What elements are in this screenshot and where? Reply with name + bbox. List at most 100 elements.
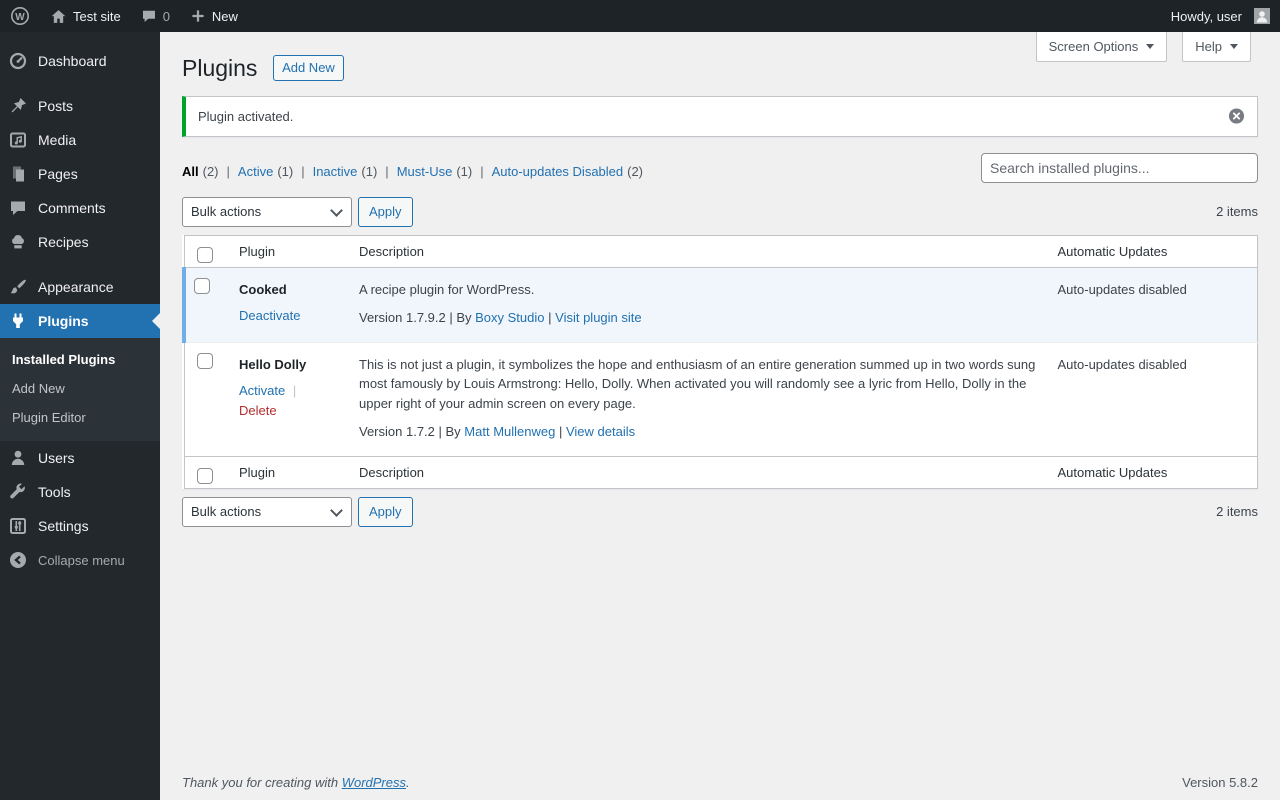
apply-button[interactable]: Apply xyxy=(358,196,413,227)
plugin-description: A recipe plugin for WordPress. xyxy=(359,281,535,297)
meta-separator: | xyxy=(548,310,552,326)
apply-button[interactable]: Apply xyxy=(358,496,413,527)
view-details-link[interactable]: View details xyxy=(566,424,635,439)
column-header-auto-updates: Automatic Updates xyxy=(1047,235,1258,268)
delete-link[interactable]: Delete xyxy=(239,403,277,418)
dismiss-notice-button[interactable] xyxy=(1224,104,1249,129)
help-button[interactable]: Help xyxy=(1182,32,1251,62)
filter-separator: | xyxy=(385,163,389,179)
footer-thanks-text: Thank you for creating with xyxy=(182,775,339,790)
sidebar-item-users[interactable]: Users xyxy=(0,441,160,475)
comments-icon xyxy=(8,198,28,218)
wordpress-link[interactable]: WordPress xyxy=(342,775,406,790)
column-header-description: Description xyxy=(349,455,1048,489)
user-avatar xyxy=(1254,8,1270,24)
version-author-text: Version 1.7.9.2 | By xyxy=(359,310,472,326)
page-title: Plugins xyxy=(182,55,258,81)
filter-count: (2) xyxy=(202,163,219,179)
site-name-label: Test site xyxy=(73,8,121,24)
author-link[interactable]: Boxy Studio xyxy=(475,310,544,325)
menu-separator xyxy=(0,259,160,270)
sidebar-item-plugins[interactable]: Plugins xyxy=(0,304,160,338)
submenu-installed-plugins[interactable]: Installed Plugins xyxy=(0,345,160,374)
row-actions: Deactivate xyxy=(239,306,339,326)
deactivate-link[interactable]: Deactivate xyxy=(239,308,300,323)
plugin-status-filters: All (2) | Active (1) | Inactive (1) | Mu… xyxy=(182,164,643,179)
select-all-checkbox[interactable] xyxy=(196,467,213,484)
visit-plugin-site-link[interactable]: Visit plugin site xyxy=(555,310,641,325)
filter-all[interactable]: All xyxy=(182,164,199,179)
plugin-meta: Version 1.7.9.2 | By Boxy Studio | Visit… xyxy=(359,308,1038,328)
plugin-icon xyxy=(8,311,28,331)
plugin-row-hello-dolly: Hello Dolly Activate | Delete This is no… xyxy=(184,341,1258,457)
sidebar-item-media[interactable]: Media xyxy=(0,123,160,157)
collapse-menu-button[interactable]: Collapse menu xyxy=(0,543,160,577)
chef-hat-icon xyxy=(8,232,28,252)
svg-text:W: W xyxy=(15,12,25,23)
pages-icon xyxy=(8,164,28,184)
plugin-row-cooked: Cooked Deactivate A recipe plugin for Wo… xyxy=(182,267,1258,343)
filter-separator: | xyxy=(480,163,484,179)
wrench-icon xyxy=(8,482,28,502)
filter-auto-updates-disabled[interactable]: Auto-updates Disabled xyxy=(492,164,624,179)
items-count: 2 items xyxy=(1216,504,1258,520)
bulk-actions-select[interactable]: Bulk actions xyxy=(182,196,352,227)
sidebar-item-recipes[interactable]: Recipes xyxy=(0,225,160,259)
table-footer-row: Plugin Description Automatic Updates xyxy=(184,455,1258,489)
menu-separator xyxy=(0,78,160,89)
main-content: Screen Options Help Plugins Add New Plug… xyxy=(160,32,1280,800)
column-header-auto-updates: Automatic Updates xyxy=(1047,455,1258,489)
comments-count: 0 xyxy=(162,8,170,24)
comments-moderation-link[interactable]: 0 xyxy=(131,0,180,32)
new-content-link[interactable]: New xyxy=(180,0,248,32)
settings-sliders-icon xyxy=(8,516,28,536)
search-plugins-input[interactable] xyxy=(981,152,1258,183)
auto-updates-status: Auto-updates disabled xyxy=(1057,281,1187,297)
sidebar-item-comments[interactable]: Comments xyxy=(0,191,160,225)
bulk-actions-select[interactable]: Bulk actions xyxy=(182,496,352,527)
search-box xyxy=(981,152,1258,183)
pushpin-icon xyxy=(8,96,28,116)
sidebar-item-label: Recipes xyxy=(38,234,89,250)
chevron-down-icon xyxy=(1230,44,1238,49)
filter-inactive[interactable]: Inactive xyxy=(313,164,358,179)
sidebar-item-appearance[interactable]: Appearance xyxy=(0,270,160,304)
column-header-plugin: Plugin xyxy=(229,235,349,268)
select-all-checkbox[interactable] xyxy=(196,246,213,263)
add-new-plugin-button[interactable]: Add New xyxy=(273,55,344,81)
tablenav-top: Bulk actions Apply 2 items xyxy=(182,196,1258,227)
author-link[interactable]: Matt Mullenweg xyxy=(464,424,555,439)
collapse-menu-label: Collapse menu xyxy=(38,552,125,568)
column-header-description: Description xyxy=(349,235,1048,268)
wordpress-logo-icon: W xyxy=(10,6,30,26)
comment-bubble-icon xyxy=(141,8,157,24)
filter-must-use[interactable]: Must-Use xyxy=(397,164,453,179)
my-account-link[interactable]: Howdy, user xyxy=(1161,0,1280,32)
action-separator: | xyxy=(292,383,297,399)
wordpress-logo-menu[interactable]: W xyxy=(0,0,40,32)
plugin-name: Hello Dolly xyxy=(239,356,307,372)
screen-options-button[interactable]: Screen Options xyxy=(1035,32,1168,62)
sidebar-item-tools[interactable]: Tools xyxy=(0,475,160,509)
submenu-add-new[interactable]: Add New xyxy=(0,374,160,403)
sidebar-item-pages[interactable]: Pages xyxy=(0,157,160,191)
dashboard-icon xyxy=(8,51,28,71)
activate-link[interactable]: Activate xyxy=(239,383,285,398)
filter-separator: | xyxy=(301,163,305,179)
filter-active[interactable]: Active xyxy=(238,164,273,179)
select-plugin-checkbox[interactable] xyxy=(194,277,210,294)
screen-options-label: Screen Options xyxy=(1048,39,1139,54)
sidebar-item-settings[interactable]: Settings xyxy=(0,509,160,543)
submenu-plugin-editor[interactable]: Plugin Editor xyxy=(0,403,160,432)
tablenav-bottom: Bulk actions Apply 2 items xyxy=(182,496,1258,527)
sidebar-item-label: Settings xyxy=(38,518,89,534)
admin-bar-right: Howdy, user xyxy=(1161,0,1280,32)
table-header-row: Plugin Description Automatic Updates xyxy=(184,235,1258,268)
chevron-down-icon xyxy=(1146,44,1155,49)
site-name-link[interactable]: Test site xyxy=(40,0,131,32)
sidebar-item-label: Tools xyxy=(38,484,71,500)
sidebar-item-posts[interactable]: Posts xyxy=(0,89,160,123)
sidebar-item-label: Users xyxy=(38,450,75,466)
select-plugin-checkbox[interactable] xyxy=(196,352,213,369)
sidebar-item-dashboard[interactable]: Dashboard xyxy=(0,44,160,78)
